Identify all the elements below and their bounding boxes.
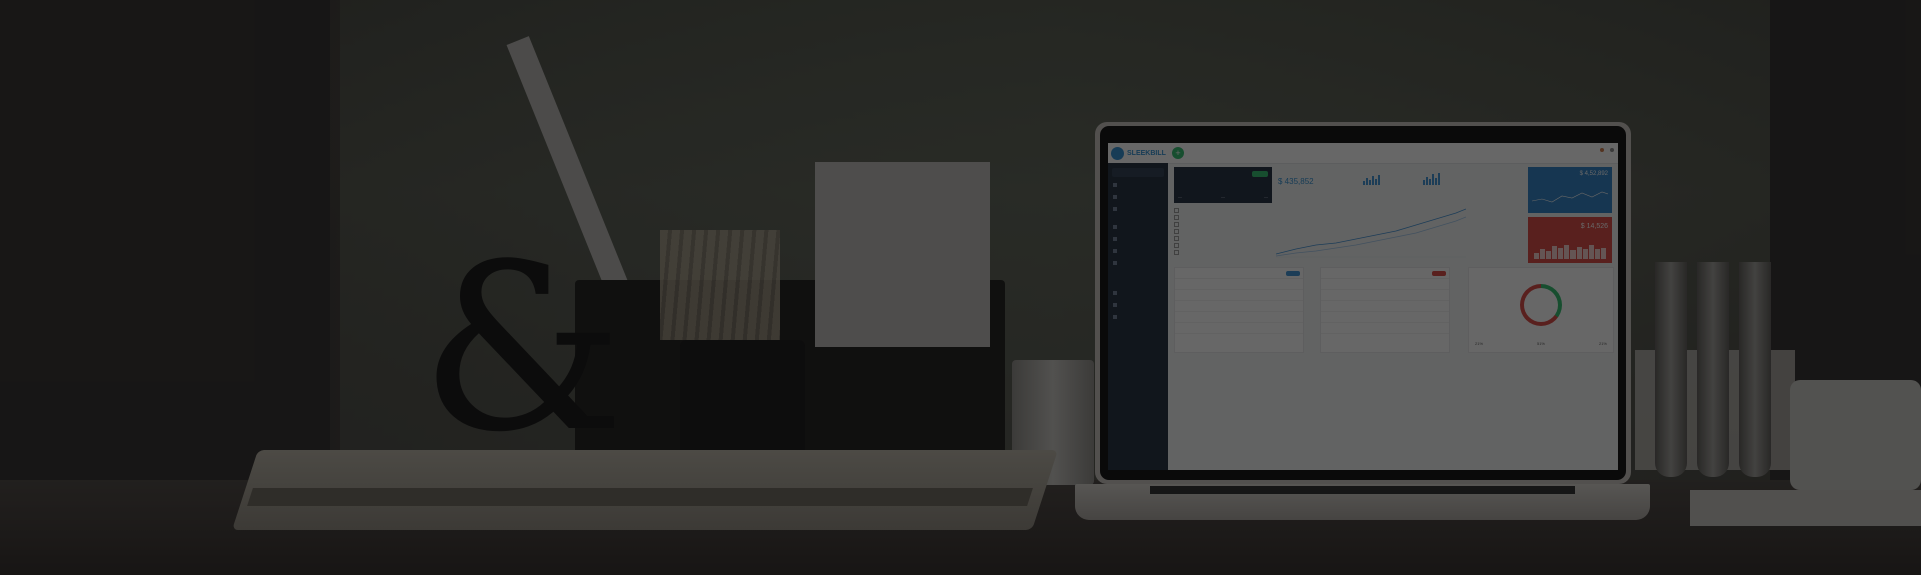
settings-icon[interactable] [1610,148,1614,152]
notification-icon[interactable] [1600,148,1604,152]
setup-card: — — — [1174,167,1272,203]
checklist-item[interactable] [1174,228,1272,235]
coffee-mug [1790,380,1921,490]
sidebar-item[interactable] [1113,301,1117,309]
setup-checklist [1174,207,1272,256]
red-stat-value: $ 14,526 [1580,223,1608,230]
activity-row [1175,290,1303,301]
activity-row [1175,301,1303,312]
notebook-right [1690,490,1921,526]
sidebar-item[interactable] [1113,235,1117,243]
checklist-item[interactable] [1174,207,1272,214]
app-topbar: SLEEKBILL + [1108,143,1618,164]
blue-card-line [1532,191,1608,203]
red-stat-card: $ 14,526 [1528,217,1612,263]
activity-badge[interactable] [1286,270,1300,276]
notebook-spine [247,488,1033,506]
brand-name: SLEEKBILL [1127,149,1166,157]
app-logo: SLEEKBILL [1111,146,1166,160]
alert-row [1321,301,1449,312]
alert-row [1321,312,1449,323]
alert-row [1321,279,1449,290]
logo-icon [1111,146,1124,160]
checklist-item[interactable] [1174,221,1272,228]
topbar-right [1600,148,1614,152]
activity-row [1175,312,1303,323]
activity-row [1175,279,1303,290]
sidebar-item[interactable] [1113,205,1117,213]
summary-panel: 21% 51% 21% [1468,267,1614,353]
test-tubes [1655,262,1775,477]
sidebar-item[interactable] [1113,193,1117,201]
checklist-item[interactable] [1174,214,1272,221]
line-series-1 [1276,208,1466,255]
alert-row [1321,290,1449,301]
paper-card [815,162,990,347]
summary-gauge [1520,284,1562,326]
activity-row [1175,323,1303,334]
desk-scene: & SLEEKBILL + — — — $ 435,852 $ 4,52,892… [0,0,1921,575]
sidebar-search[interactable] [1112,168,1164,177]
sidebar-item[interactable] [1113,289,1117,297]
sidebar-item[interactable] [1113,313,1117,321]
sidebar-item[interactable] [1113,247,1117,255]
ampersand-sculpture: & [420,216,625,483]
alert-row [1321,323,1449,334]
sparkline-2 [1423,173,1440,185]
dashboard-content: — — — $ 435,852 $ 4,52,892 $ 14,526 21% … [1168,163,1618,470]
alerts-badge[interactable] [1432,270,1446,276]
add-button[interactable]: + [1172,147,1184,159]
pct-3: 21% [1598,341,1607,346]
red-card-bars [1534,243,1606,259]
blue-stat-value: $ 4,52,892 [1579,171,1608,177]
sidebar-item[interactable] [1113,181,1117,189]
checklist-item[interactable] [1174,249,1272,256]
revenue-value: $ 435,852 [1278,177,1314,186]
left-wall [0,0,330,480]
pen-cup [680,340,805,465]
checklist-item[interactable] [1174,235,1272,242]
alerts-panel [1320,267,1450,353]
sidebar-item[interactable] [1113,223,1117,231]
sparkline-1 [1363,173,1380,185]
pencils [660,230,780,340]
blue-stat-card: $ 4,52,892 [1528,167,1612,213]
recent-activity-panel [1174,267,1304,353]
laptop-keyboard [1150,486,1575,494]
pct-2: 51% [1536,341,1545,346]
summary-percentages: 21% 51% 21% [1475,341,1607,346]
app-sidebar [1108,163,1168,470]
checklist-item[interactable] [1174,242,1272,249]
pct-1: 21% [1475,341,1484,346]
revenue-line-chart [1276,208,1466,258]
laptop-screen: SLEEKBILL + — — — $ 435,852 $ 4,52,892 $… [1108,143,1618,470]
setup-button[interactable] [1252,171,1268,177]
sidebar-item[interactable] [1113,259,1117,267]
line-series-2 [1276,216,1466,257]
